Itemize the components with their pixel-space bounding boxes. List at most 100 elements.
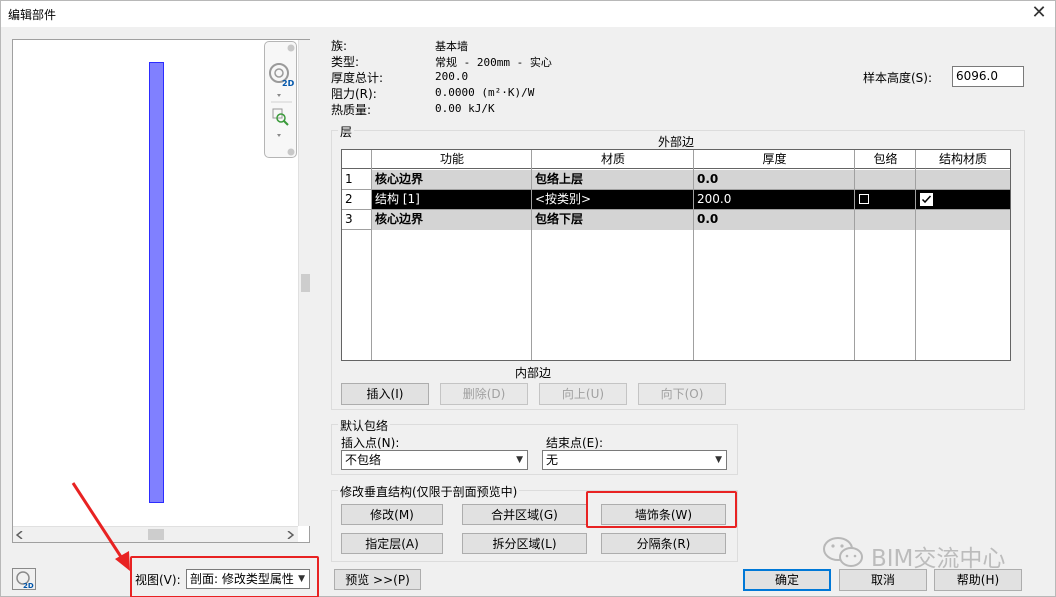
- grid-line: [854, 150, 855, 360]
- grid-line: [342, 189, 1010, 190]
- layer-thickness: 0.0: [694, 170, 855, 190]
- watermark-text: BIM交流中心: [871, 546, 1006, 572]
- layer-function: 核心边界: [372, 210, 532, 230]
- preview-pane[interactable]: 2D: [12, 39, 310, 543]
- type-label: 类型:: [331, 55, 360, 69]
- view-select[interactable]: 剖面: 修改类型属性 ▼: [186, 569, 310, 589]
- modify-button[interactable]: 修改(M): [341, 504, 443, 525]
- end-point-select[interactable]: 无 ▼: [542, 450, 727, 470]
- preview-toggle-button[interactable]: 预览 >>(P): [334, 569, 421, 590]
- table-row[interactable]: 2 结构 [1] <按类别> 200.0: [342, 190, 1010, 210]
- view-select-value: 剖面: 修改类型属性: [190, 572, 294, 586]
- layer-wraps: [855, 210, 916, 230]
- column-header-thickness: 厚度: [694, 150, 855, 169]
- wraps-checkbox[interactable]: [859, 194, 869, 204]
- svg-text:2D: 2D: [282, 79, 295, 88]
- row-number: 3: [342, 210, 372, 230]
- layer-wraps: [855, 170, 916, 190]
- structural-material-checkbox[interactable]: [920, 193, 933, 206]
- family-label: 族:: [331, 39, 348, 53]
- table-row[interactable]: 3 核心边界 包络下层 0.0: [342, 210, 1010, 230]
- title-bar: 编辑部件 ✕: [1, 1, 1055, 27]
- navigation-bar: 2D: [264, 41, 297, 158]
- total-thickness-label: 厚度总计:: [331, 71, 384, 85]
- svg-text:2D: 2D: [23, 582, 34, 589]
- steering-wheel-2d-icon[interactable]: 2D: [269, 63, 295, 88]
- wechat-logo-icon: [823, 537, 863, 567]
- layer-function[interactable]: 结构 [1]: [372, 190, 532, 210]
- scroll-right-icon[interactable]: [286, 531, 294, 539]
- exterior-side-label: 外部边: [658, 135, 695, 149]
- layers-group-title: 层: [338, 123, 355, 140]
- grid-line: [342, 229, 372, 230]
- insert-layer-button[interactable]: 插入(I): [341, 383, 429, 405]
- grid-line: [915, 150, 916, 360]
- grid-line: [342, 209, 1010, 210]
- sample-height-input[interactable]: 6096.0: [952, 66, 1024, 87]
- chevron-down-icon: ▼: [516, 455, 523, 465]
- horizontal-scrollbar[interactable]: [13, 526, 298, 542]
- delete-layer-button[interactable]: 删除(D): [440, 383, 528, 405]
- layers-table: 功能 材质 厚度 包络 结构材质 1 核心边界 包络上层 0.0 2 结构 [1…: [341, 149, 1011, 361]
- column-header-structural-material: 结构材质: [916, 150, 1010, 169]
- vertical-scroll-thumb[interactable]: [301, 274, 310, 292]
- reveals-button[interactable]: 分隔条(R): [601, 533, 726, 554]
- merge-regions-button[interactable]: 合并区域(G): [462, 504, 587, 525]
- insert-point-select[interactable]: 不包络 ▼: [341, 450, 528, 470]
- zoom-region-icon[interactable]: [272, 108, 289, 126]
- grid-line: [693, 150, 694, 360]
- resistance-value: 0.0000 (m²·K)/W: [435, 86, 535, 99]
- family-value: 基本墙: [435, 40, 468, 53]
- end-point-label: 结束点(E):: [546, 436, 603, 450]
- edit-assembly-dialog: 编辑部件 ✕ 2D 2D 视图(V): 剖面: 修改类型属性 ▼ 族: 基本墙 …: [0, 0, 1056, 597]
- layer-structural: [916, 170, 1010, 190]
- table-header-num: [342, 150, 372, 169]
- grid-line: [371, 150, 372, 360]
- ok-button[interactable]: 确定: [743, 569, 831, 591]
- vertical-scrollbar[interactable]: [298, 40, 310, 526]
- chevron-down-icon: ▼: [715, 455, 722, 465]
- horizontal-scroll-thumb[interactable]: [148, 529, 164, 540]
- table-row[interactable]: 1 核心边界 包络上层 0.0: [342, 170, 1010, 190]
- layer-structural: [916, 190, 1010, 210]
- layer-material: 包络下层: [532, 210, 694, 230]
- chevron-down-icon: ▼: [298, 574, 305, 584]
- layer-thickness[interactable]: 200.0: [694, 190, 855, 210]
- move-down-button[interactable]: 向下(O): [638, 383, 726, 405]
- assign-layers-button[interactable]: 指定层(A): [341, 533, 443, 554]
- thermal-mass-value: 0.00 kJ/K: [435, 102, 495, 115]
- end-point-value: 无: [546, 453, 559, 467]
- vertical-structure-title: 修改垂直结构(仅限于剖面预览中): [338, 483, 520, 500]
- wall-section-preview: [149, 62, 164, 503]
- move-up-button[interactable]: 向上(U): [539, 383, 627, 405]
- grid-line: [531, 150, 532, 360]
- layer-wraps: [855, 190, 916, 210]
- row-number: 2: [342, 190, 372, 210]
- layer-material: 包络上层: [532, 170, 694, 190]
- column-header-function: 功能: [372, 150, 532, 169]
- default-wrapping-title: 默认包络: [338, 417, 391, 434]
- insert-point-label: 插入点(N):: [341, 436, 400, 450]
- view-label: 视图(V):: [135, 573, 181, 587]
- layer-thickness: 0.0: [694, 210, 855, 230]
- close-icon[interactable]: ✕: [1027, 2, 1051, 24]
- total-thickness-value: 200.0: [435, 70, 469, 83]
- sweeps-highlight-box: [586, 491, 737, 528]
- sample-height-label: 样本高度(S):: [863, 71, 933, 85]
- column-header-wraps: 包络: [855, 150, 916, 169]
- layer-material[interactable]: <按类别>: [532, 190, 694, 210]
- thermal-mass-label: 热质量:: [331, 103, 372, 117]
- wheel-2d-icon[interactable]: 2D: [12, 568, 36, 590]
- layer-function: 核心边界: [372, 170, 532, 190]
- dialog-title: 编辑部件: [8, 8, 57, 22]
- type-value: 常规 - 200mm - 实心: [435, 56, 552, 69]
- insert-point-value: 不包络: [345, 453, 382, 467]
- scroll-left-icon[interactable]: [16, 531, 24, 539]
- resistance-label: 阻力(R):: [331, 87, 377, 101]
- column-header-material: 材质: [532, 150, 694, 169]
- red-arrow-annotation: [71, 482, 130, 571]
- navigation-bar-icons: 2D: [269, 44, 295, 156]
- layer-structural: [916, 210, 1010, 230]
- split-region-button[interactable]: 拆分区域(L): [462, 533, 587, 554]
- row-number: 1: [342, 170, 372, 190]
